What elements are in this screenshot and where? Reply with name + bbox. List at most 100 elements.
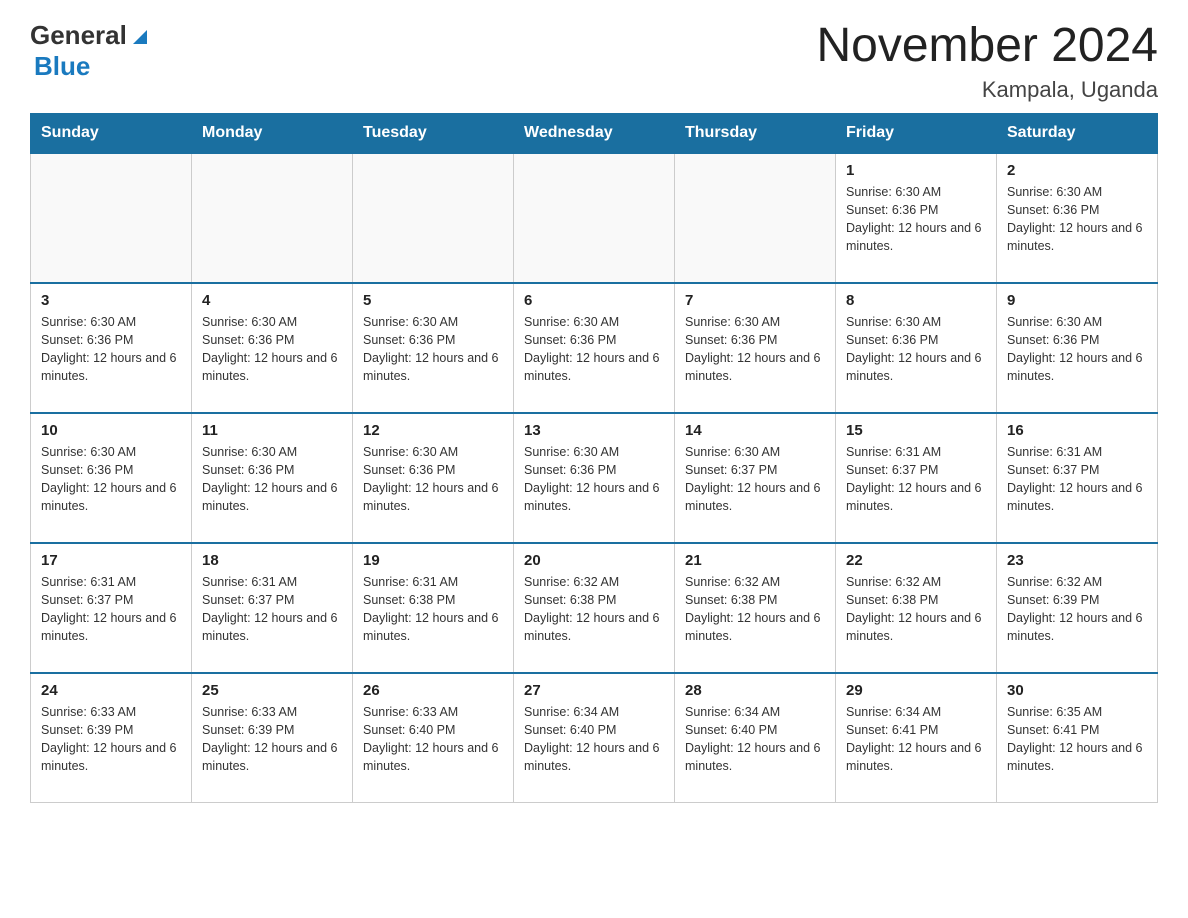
day-info: Sunrise: 6:32 AM Sunset: 6:39 PM Dayligh… (1007, 573, 1147, 646)
logo-triangle-icon (129, 26, 151, 48)
day-info: Sunrise: 6:30 AM Sunset: 6:36 PM Dayligh… (41, 443, 181, 516)
calendar-cell: 27 Sunrise: 6:34 AM Sunset: 6:40 PM Dayli… (514, 673, 675, 803)
calendar-cell: 13 Sunrise: 6:30 AM Sunset: 6:36 PM Dayli… (514, 413, 675, 543)
day-number: 30 (1007, 682, 1147, 699)
calendar-cell: 11Sunrise: 6:30 AM Sunset: 6:36 PM Dayli… (192, 413, 353, 543)
calendar-cell (31, 153, 192, 283)
calendar-cell: 10 Sunrise: 6:30 AM Sunset: 6:36 PM Dayli… (31, 413, 192, 543)
day-info: Sunrise: 6:32 AM Sunset: 6:38 PM Dayligh… (524, 573, 664, 646)
day-info: Sunrise: 6:30 AM Sunset: 6:36 PM Dayligh… (846, 313, 986, 386)
day-number: 9 (1007, 292, 1147, 309)
day-info: Sunrise: 6:30 AM Sunset: 6:36 PM Dayligh… (846, 183, 986, 256)
day-number: 26 (363, 682, 503, 699)
calendar-cell: 30 Sunrise: 6:35 AM Sunset: 6:41 PM Dayli… (997, 673, 1158, 803)
day-number: 27 (524, 682, 664, 699)
day-info: Sunrise: 6:33 AM Sunset: 6:39 PM Dayligh… (202, 703, 342, 776)
calendar-cell: 4 Sunrise: 6:30 AM Sunset: 6:36 PM Daylig… (192, 283, 353, 413)
calendar-cell: 16 Sunrise: 6:31 AM Sunset: 6:37 PM Dayli… (997, 413, 1158, 543)
week-row-3: 10 Sunrise: 6:30 AM Sunset: 6:36 PM Dayli… (31, 413, 1158, 543)
day-info: Sunrise: 6:32 AM Sunset: 6:38 PM Dayligh… (846, 573, 986, 646)
day-info: Sunrise: 6:30 AM Sunset: 6:37 PM Dayligh… (685, 443, 825, 516)
calendar-title: November 2024 (816, 20, 1158, 73)
day-info: Sunrise: 6:31 AM Sunset: 6:37 PM Dayligh… (1007, 443, 1147, 516)
day-number: 29 (846, 682, 986, 699)
day-number: 15 (846, 422, 986, 439)
day-number: 11 (202, 422, 342, 439)
calendar-cell: 9Sunrise: 6:30 AM Sunset: 6:36 PM Daylig… (997, 283, 1158, 413)
calendar-cell: 5Sunrise: 6:30 AM Sunset: 6:36 PM Daylig… (353, 283, 514, 413)
calendar-cell: 21Sunrise: 6:32 AM Sunset: 6:38 PM Dayli… (675, 543, 836, 673)
logo: General Blue (30, 20, 151, 82)
day-info: Sunrise: 6:34 AM Sunset: 6:41 PM Dayligh… (846, 703, 986, 776)
day-number: 28 (685, 682, 825, 699)
weekday-header-saturday: Saturday (997, 113, 1158, 153)
day-number: 24 (41, 682, 181, 699)
calendar-cell: 2 Sunrise: 6:30 AM Sunset: 6:36 PM Daylig… (997, 153, 1158, 283)
calendar-cell: 26Sunrise: 6:33 AM Sunset: 6:40 PM Dayli… (353, 673, 514, 803)
weekday-header-row: SundayMondayTuesdayWednesdayThursdayFrid… (31, 113, 1158, 153)
calendar-subtitle: Kampala, Uganda (816, 77, 1158, 103)
week-row-4: 17 Sunrise: 6:31 AM Sunset: 6:37 PM Dayli… (31, 543, 1158, 673)
day-number: 6 (524, 292, 664, 309)
day-number: 17 (41, 552, 181, 569)
calendar-cell (675, 153, 836, 283)
calendar-cell: 24 Sunrise: 6:33 AM Sunset: 6:39 PM Dayli… (31, 673, 192, 803)
day-number: 23 (1007, 552, 1147, 569)
day-info: Sunrise: 6:34 AM Sunset: 6:40 PM Dayligh… (524, 703, 664, 776)
calendar-cell: 14 Sunrise: 6:30 AM Sunset: 6:37 PM Dayli… (675, 413, 836, 543)
calendar-cell: 28 Sunrise: 6:34 AM Sunset: 6:40 PM Dayli… (675, 673, 836, 803)
day-info: Sunrise: 6:30 AM Sunset: 6:36 PM Dayligh… (41, 313, 181, 386)
day-info: Sunrise: 6:30 AM Sunset: 6:36 PM Dayligh… (363, 443, 503, 516)
day-number: 1 (846, 162, 986, 179)
day-number: 22 (846, 552, 986, 569)
day-number: 14 (685, 422, 825, 439)
calendar-cell: 23 Sunrise: 6:32 AM Sunset: 6:39 PM Dayli… (997, 543, 1158, 673)
day-number: 4 (202, 292, 342, 309)
day-info: Sunrise: 6:34 AM Sunset: 6:40 PM Dayligh… (685, 703, 825, 776)
day-info: Sunrise: 6:30 AM Sunset: 6:36 PM Dayligh… (1007, 183, 1147, 256)
day-number: 5 (363, 292, 503, 309)
calendar-cell: 19Sunrise: 6:31 AM Sunset: 6:38 PM Dayli… (353, 543, 514, 673)
calendar-cell: 25 Sunrise: 6:33 AM Sunset: 6:39 PM Dayli… (192, 673, 353, 803)
day-number: 7 (685, 292, 825, 309)
calendar-cell: 1 Sunrise: 6:30 AM Sunset: 6:36 PM Daylig… (836, 153, 997, 283)
logo-general-text: General (30, 20, 127, 51)
week-row-2: 3 Sunrise: 6:30 AM Sunset: 6:36 PM Daylig… (31, 283, 1158, 413)
week-row-5: 24 Sunrise: 6:33 AM Sunset: 6:39 PM Dayli… (31, 673, 1158, 803)
weekday-header-sunday: Sunday (31, 113, 192, 153)
week-row-1: 1 Sunrise: 6:30 AM Sunset: 6:36 PM Daylig… (31, 153, 1158, 283)
day-number: 25 (202, 682, 342, 699)
day-number: 18 (202, 552, 342, 569)
day-number: 3 (41, 292, 181, 309)
day-info: Sunrise: 6:30 AM Sunset: 6:36 PM Dayligh… (524, 313, 664, 386)
day-number: 8 (846, 292, 986, 309)
day-info: Sunrise: 6:31 AM Sunset: 6:37 PM Dayligh… (41, 573, 181, 646)
page-header: General Blue November 2024 Kampala, Ugan… (30, 20, 1158, 103)
calendar-cell: 3 Sunrise: 6:30 AM Sunset: 6:36 PM Daylig… (31, 283, 192, 413)
day-number: 16 (1007, 422, 1147, 439)
day-info: Sunrise: 6:31 AM Sunset: 6:38 PM Dayligh… (363, 573, 503, 646)
title-section: November 2024 Kampala, Uganda (816, 20, 1158, 103)
day-number: 10 (41, 422, 181, 439)
weekday-header-friday: Friday (836, 113, 997, 153)
day-number: 2 (1007, 162, 1147, 179)
calendar-cell: 18Sunrise: 6:31 AM Sunset: 6:37 PM Dayli… (192, 543, 353, 673)
weekday-header-monday: Monday (192, 113, 353, 153)
day-info: Sunrise: 6:31 AM Sunset: 6:37 PM Dayligh… (846, 443, 986, 516)
day-number: 13 (524, 422, 664, 439)
weekday-header-wednesday: Wednesday (514, 113, 675, 153)
day-number: 12 (363, 422, 503, 439)
calendar-cell: 17 Sunrise: 6:31 AM Sunset: 6:37 PM Dayli… (31, 543, 192, 673)
calendar-table: SundayMondayTuesdayWednesdayThursdayFrid… (30, 113, 1158, 804)
calendar-cell (514, 153, 675, 283)
calendar-cell: 15 Sunrise: 6:31 AM Sunset: 6:37 PM Dayli… (836, 413, 997, 543)
calendar-cell: 12 Sunrise: 6:30 AM Sunset: 6:36 PM Dayli… (353, 413, 514, 543)
day-info: Sunrise: 6:30 AM Sunset: 6:36 PM Dayligh… (202, 313, 342, 386)
logo-blue-text: Blue (34, 51, 90, 81)
day-number: 20 (524, 552, 664, 569)
day-info: Sunrise: 6:30 AM Sunset: 6:36 PM Dayligh… (524, 443, 664, 516)
weekday-header-thursday: Thursday (675, 113, 836, 153)
calendar-cell: 6 Sunrise: 6:30 AM Sunset: 6:36 PM Daylig… (514, 283, 675, 413)
day-info: Sunrise: 6:35 AM Sunset: 6:41 PM Dayligh… (1007, 703, 1147, 776)
day-info: Sunrise: 6:33 AM Sunset: 6:39 PM Dayligh… (41, 703, 181, 776)
